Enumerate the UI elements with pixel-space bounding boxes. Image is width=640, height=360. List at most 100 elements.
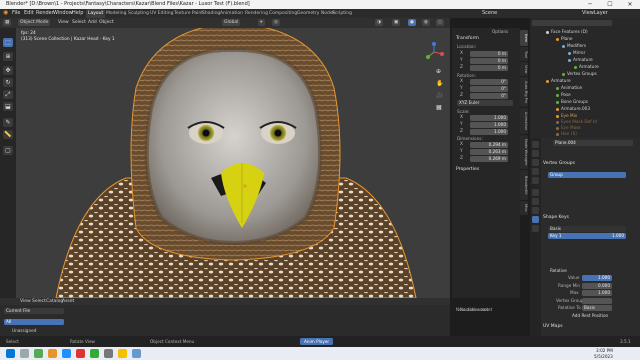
measure-tool-icon[interactable]: 📏 [3, 130, 13, 139]
navigation-gizmo[interactable] [424, 42, 444, 62]
object-name-field[interactable]: Plane.004 [553, 140, 633, 146]
app-icon[interactable] [76, 349, 85, 358]
scale-y[interactable]: Y 1.000 [460, 122, 510, 128]
scale-z[interactable]: Z 1.000 [460, 129, 510, 135]
outliner-row[interactable]: Armature [546, 78, 571, 83]
tab-tool[interactable]: Tool [520, 47, 528, 61]
maximize-button[interactable]: ☐ [600, 0, 620, 9]
add-rest-position-checkbox[interactable]: Add Rest Position [572, 313, 608, 318]
app-icon[interactable] [132, 349, 141, 358]
tab-misc[interactable]: Misc [520, 201, 528, 215]
outliner-row[interactable]: Armature [574, 64, 599, 69]
location-z[interactable]: Z0 m [460, 65, 510, 71]
tool-props-icon[interactable] [532, 141, 539, 148]
material-props-icon[interactable] [532, 225, 539, 232]
dimension-z[interactable]: Z 0.269 m [460, 156, 510, 162]
modifier-props-icon[interactable] [532, 198, 539, 205]
relative-checkbox[interactable]: Relative [550, 268, 567, 273]
cursor-tool-icon[interactable]: ⊕ [3, 52, 13, 61]
overlay-icon[interactable]: ◑ [375, 19, 383, 26]
transform-orientation[interactable]: Global [222, 19, 241, 26]
move-tool-icon[interactable]: ✥ [3, 66, 13, 75]
windows-start-icon[interactable] [6, 349, 15, 358]
3d-viewport[interactable]: fps: 24 (313) Scene Collection | Kazar H… [16, 28, 450, 298]
vertex-groups-header[interactable]: Vertex Groups [543, 161, 638, 166]
annotate-tool-icon[interactable]: ✎ [3, 118, 13, 127]
app-icon[interactable] [118, 349, 127, 358]
render-props-icon[interactable] [532, 150, 539, 157]
rotation-x[interactable]: X 0° [460, 79, 510, 85]
rotate-tool-icon[interactable]: ↻ [3, 78, 13, 87]
location-x[interactable]: X0 m [460, 51, 510, 57]
outliner-row[interactable]: Hair (S) [556, 131, 577, 136]
rotation-mode-select[interactable]: XYZ Euler [457, 100, 513, 106]
app-icon[interactable] [104, 349, 113, 358]
catalog-all[interactable]: All [4, 319, 64, 325]
grid-icon[interactable]: ▦ [436, 104, 442, 111]
vertex-group-item[interactable]: Group [548, 172, 626, 178]
shading-solid-icon[interactable]: ● [408, 19, 416, 26]
outliner-row[interactable]: Bone Groups [556, 99, 588, 104]
menu-file[interactable]: File [12, 10, 20, 16]
asset-asset-menu[interactable]: Asset [60, 298, 76, 305]
object-props-icon[interactable] [532, 189, 539, 196]
outliner-row[interactable]: Vertex Groups [562, 71, 597, 76]
outliner-row[interactable]: Eye Mask [556, 125, 581, 130]
tab-view[interactable]: View [520, 62, 528, 76]
app-icon[interactable] [90, 349, 99, 358]
tab-blenderkit[interactable]: BlenderKit [520, 170, 528, 200]
tab-modeling[interactable]: Modeling [104, 9, 128, 18]
tab-node-wrangler[interactable]: Node Wrangler [520, 135, 528, 169]
viewlayer-selector[interactable]: ViewLayer [582, 10, 608, 16]
add-cube-tool-icon[interactable]: ▢ [3, 146, 13, 155]
location-y[interactable]: Y0 m [460, 58, 510, 64]
close-button[interactable]: ✕ [620, 0, 640, 9]
shading-material-icon[interactable]: ◍ [422, 19, 430, 26]
range-min-field[interactable]: 0.000 [582, 283, 612, 289]
xray-icon[interactable]: ▣ [392, 19, 401, 26]
outliner-search-input[interactable] [532, 20, 612, 26]
scene-props-icon[interactable] [532, 168, 539, 175]
browser-icon[interactable] [62, 349, 71, 358]
outliner-row[interactable]: Modifiers [562, 43, 586, 48]
options-dropdown[interactable]: Options [492, 29, 508, 34]
vertex-group-field[interactable] [582, 298, 612, 304]
tab-animation[interactable]: Animation [218, 9, 245, 18]
max-field[interactable]: 1.000 [582, 290, 612, 296]
tab-rendering[interactable]: Rendering [243, 9, 270, 18]
outliner-row[interactable]: Face Features (D) [546, 29, 588, 34]
clock-date[interactable]: 5/5/2023 [594, 354, 613, 359]
asset-library-select[interactable]: Current File [4, 308, 64, 314]
dimension-y[interactable]: Y 0.263 m [460, 149, 510, 155]
menu-help[interactable]: Help [72, 10, 83, 16]
shape-key-basis[interactable]: Basis [548, 226, 626, 232]
scale-tool-icon[interactable]: ⤢ [3, 90, 13, 99]
physics-props-icon[interactable] [532, 207, 539, 214]
world-props-icon[interactable] [532, 177, 539, 184]
shading-render-icon[interactable]: ○ [436, 19, 444, 26]
tab-layout[interactable]: Layout [86, 9, 106, 18]
outliner-row[interactable]: Pose [556, 92, 571, 97]
select-box-tool-icon[interactable]: ⬚ [3, 38, 13, 47]
tab-item[interactable]: Item [520, 30, 528, 46]
scene-selector[interactable]: Scene [482, 10, 497, 16]
clock-time[interactable]: 3:02 PM [596, 348, 613, 353]
shape-key-1[interactable]: Key 1 1.000 [548, 233, 626, 239]
rotation-z[interactable]: Z 0° [460, 93, 510, 99]
transform-title[interactable]: Transform [456, 36, 479, 41]
output-props-icon[interactable] [532, 159, 539, 166]
blender-taskbar-icon[interactable] [48, 349, 57, 358]
tab-animation-panel[interactable]: Animation [520, 108, 528, 134]
explorer-icon[interactable] [34, 349, 43, 358]
tab-auto-rig-pro[interactable]: Auto-Rig Pro [520, 77, 528, 107]
dimension-x[interactable]: X 0.294 m [460, 142, 510, 148]
menu-edit[interactable]: Edit [24, 10, 34, 16]
outliner-row[interactable]: Mirror [568, 50, 585, 55]
uv-maps-header[interactable]: UV Maps [543, 324, 638, 329]
value-field[interactable]: 1.000 [582, 275, 612, 281]
scale-x[interactable]: X 1.000 [460, 115, 510, 121]
outliner-row[interactable]: Eye Mix [556, 113, 577, 118]
snap-icon[interactable]: ⌖ [258, 19, 265, 26]
camera-icon[interactable]: 🎥 [436, 92, 443, 99]
editor-type-icon[interactable]: ▦ [3, 19, 12, 26]
